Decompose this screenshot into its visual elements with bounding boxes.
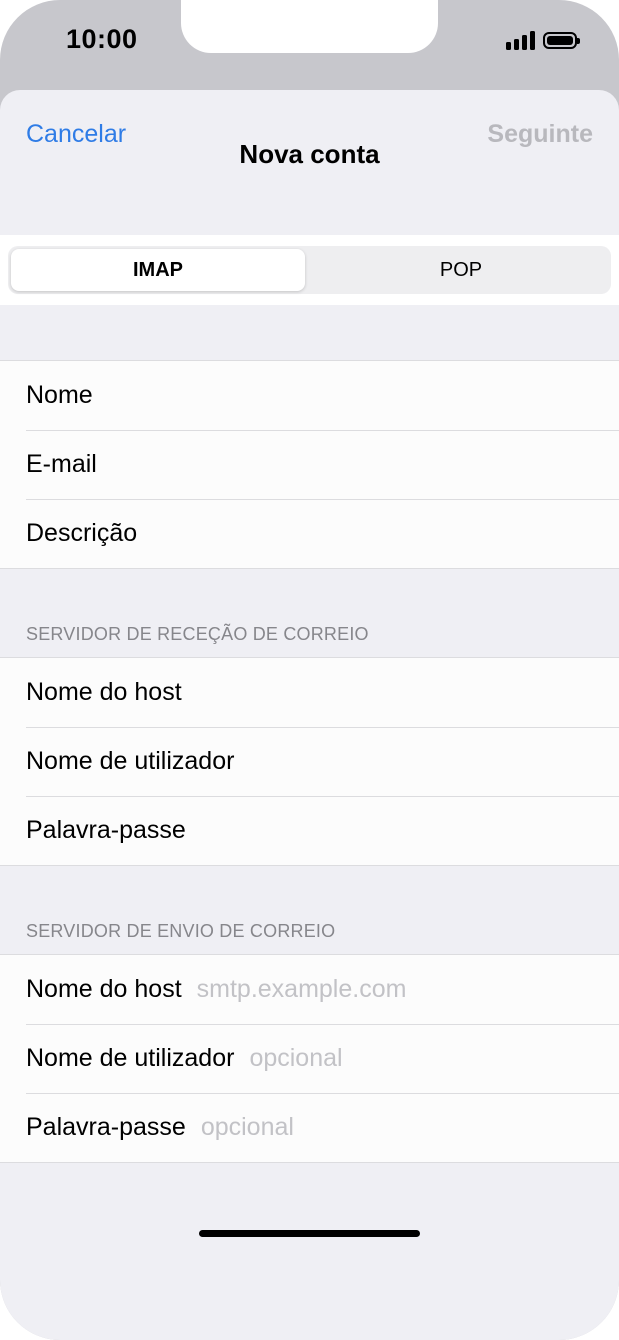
incoming-hostname-field[interactable]: Nome do host bbox=[0, 658, 619, 727]
account-type-bar: IMAP POP bbox=[0, 235, 619, 305]
incoming-password-field[interactable]: Palavra-passe bbox=[0, 796, 619, 865]
outgoing-hostname-placeholder[interactable]: smtp.example.com bbox=[197, 975, 407, 1004]
incoming-server-group: Nome do host Nome de utilizador Palavra-… bbox=[0, 657, 619, 866]
incoming-hostname-label: Nome do host bbox=[26, 678, 182, 706]
device-frame: 10:00 Cancelar Nova conta Seguinte IMAP … bbox=[0, 0, 619, 1340]
status-time: 10:00 bbox=[66, 24, 138, 54]
name-field[interactable]: Nome bbox=[0, 361, 619, 430]
incoming-username-field[interactable]: Nome de utilizador bbox=[0, 727, 619, 796]
status-icons bbox=[506, 30, 580, 50]
outgoing-password-placeholder[interactable]: opcional bbox=[201, 1113, 294, 1142]
incoming-password-label: Palavra-passe bbox=[26, 816, 186, 844]
outgoing-username-field[interactable]: Nome de utilizador opcional bbox=[0, 1024, 619, 1093]
outgoing-server-group: Nome do host smtp.example.com Nome de ut… bbox=[0, 954, 619, 1163]
outgoing-server-header: SERVIDOR DE ENVIO DE CORREIO bbox=[26, 921, 336, 941]
outgoing-password-label: Palavra-passe bbox=[26, 1113, 186, 1141]
next-button[interactable]: Seguinte bbox=[487, 120, 593, 149]
outgoing-username-label: Nome de utilizador bbox=[26, 1044, 235, 1072]
email-field[interactable]: E-mail bbox=[0, 430, 619, 499]
segment-imap[interactable]: IMAP bbox=[11, 249, 305, 291]
outgoing-hostname-field[interactable]: Nome do host smtp.example.com bbox=[0, 955, 619, 1024]
account-type-segmented-control: IMAP POP bbox=[8, 246, 611, 294]
outgoing-username-placeholder[interactable]: opcional bbox=[249, 1044, 342, 1073]
segment-pop[interactable]: POP bbox=[314, 249, 608, 291]
battery-icon bbox=[543, 32, 580, 49]
home-indicator[interactable] bbox=[199, 1230, 420, 1237]
name-field-label: Nome bbox=[26, 381, 93, 409]
email-field-label: E-mail bbox=[26, 450, 97, 478]
cellular-signal-icon bbox=[506, 30, 535, 50]
incoming-server-header: SERVIDOR DE RECEÇÃO DE CORREIO bbox=[26, 624, 369, 644]
description-field[interactable]: Descrição bbox=[0, 499, 619, 568]
outgoing-password-field[interactable]: Palavra-passe opcional bbox=[0, 1093, 619, 1162]
outgoing-hostname-label: Nome do host bbox=[26, 975, 182, 1003]
description-field-label: Descrição bbox=[26, 519, 138, 547]
account-info-group: Nome E-mail Descrição bbox=[0, 360, 619, 569]
new-account-sheet: Cancelar Nova conta Seguinte IMAP POP No… bbox=[0, 90, 619, 1340]
notch bbox=[181, 0, 438, 53]
incoming-username-label: Nome de utilizador bbox=[26, 747, 235, 775]
